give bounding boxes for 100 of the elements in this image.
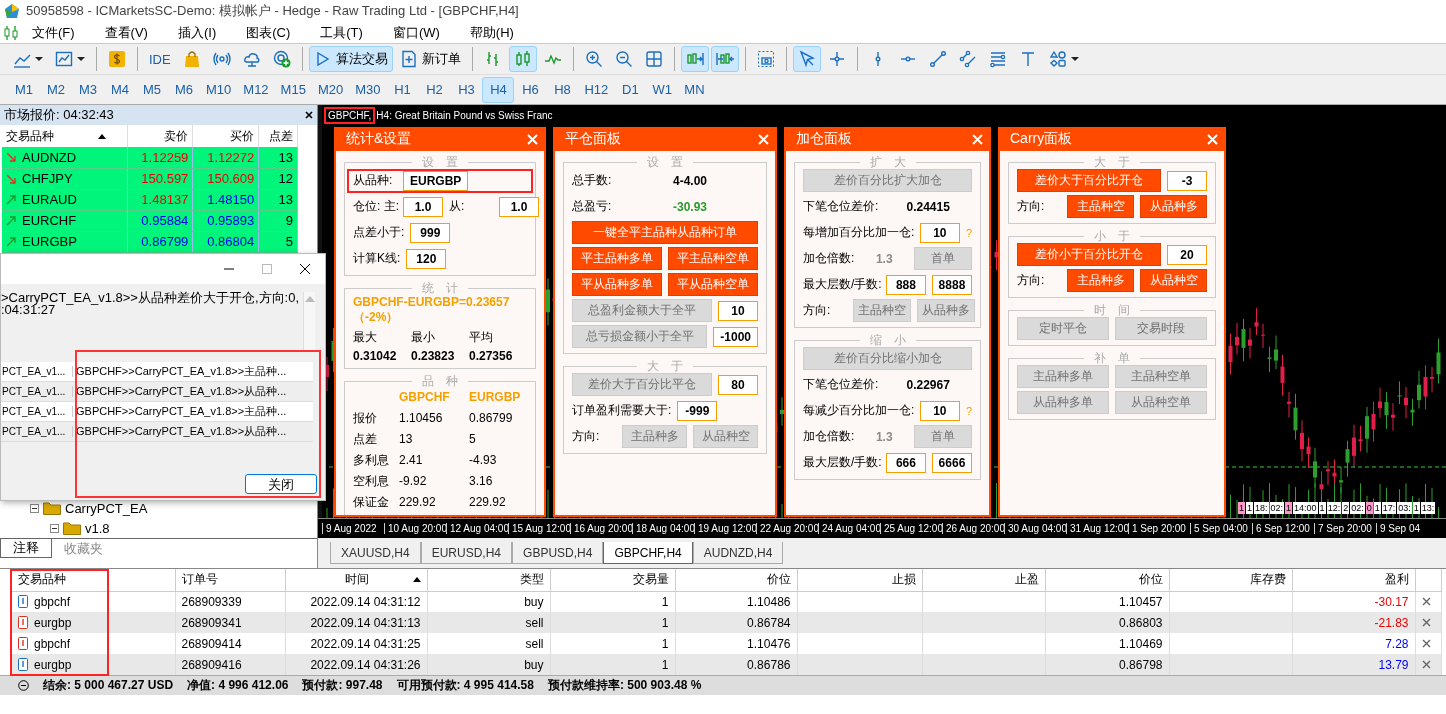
close-icon[interactable] <box>299 263 311 275</box>
column-header[interactable]: 价位 <box>675 569 797 591</box>
close-order-button[interactable] <box>1421 660 1431 669</box>
timeframe-button[interactable]: M2 <box>40 76 72 103</box>
toolbar-button[interactable]: 新订单 <box>394 46 466 72</box>
close-order-button[interactable] <box>1421 597 1431 607</box>
column-header[interactable]: 库存费 <box>1169 569 1292 591</box>
menu-item[interactable]: 查看(V) <box>94 23 164 42</box>
chart-tab[interactable]: GBPUSD,H4 <box>512 542 604 564</box>
panel-button[interactable]: 首单 <box>914 247 972 270</box>
timeframe-button[interactable]: H2 <box>418 76 451 103</box>
timeframe-button[interactable]: M30 <box>349 76 387 103</box>
column-header[interactable]: 卖价 <box>127 125 193 147</box>
column-header[interactable]: 盈利 <box>1292 569 1415 591</box>
panel-button[interactable]: 主品种多 <box>622 425 687 448</box>
panel-button[interactable]: 定时平仓 <box>1017 317 1109 340</box>
timeframe-button[interactable]: M20 <box>311 76 350 103</box>
timeframe-button[interactable]: H4 <box>482 76 515 103</box>
panel-button[interactable]: 主品种空单 <box>1115 365 1207 388</box>
panel-button[interactable]: 总盈利金额大于全平 <box>572 299 712 322</box>
panel-button[interactable]: 总亏损金额小于全平 <box>572 325 708 348</box>
panel-button[interactable]: 一键全平主品种从品种订单 <box>572 221 758 244</box>
column-header[interactable]: 类型 <box>427 569 550 591</box>
panel-button[interactable]: 主品种空 <box>1067 195 1134 218</box>
column-header[interactable]: 交易品种 <box>2 125 127 147</box>
toolbar-button[interactable]: 算法交易 <box>308 46 393 72</box>
panel-button[interactable]: 平从品种多单 <box>572 273 662 296</box>
column-header[interactable]: 止损 <box>797 569 922 591</box>
timeframe-button[interactable]: H8 <box>546 76 579 103</box>
timeframe-button[interactable]: M6 <box>168 76 200 103</box>
menu-item[interactable]: 文件(F) <box>22 23 91 42</box>
menu-item[interactable]: 图表(C) <box>236 23 307 42</box>
tree-item[interactable]: CarryPCT_EA <box>65 500 148 516</box>
menu-item[interactable]: 插入(I) <box>167 23 233 42</box>
timeframe-button[interactable]: M15 <box>274 76 312 103</box>
input-field[interactable]: 6666 <box>931 452 972 473</box>
collapse-icon[interactable] <box>18 680 29 691</box>
input-field[interactable]: 20 <box>1167 244 1207 265</box>
column-header[interactable]: 买价 <box>192 125 259 147</box>
column-header[interactable]: 止盈 <box>922 569 1045 591</box>
input-field[interactable]: 10 <box>919 222 960 243</box>
input-field[interactable]: 8888 <box>931 274 972 295</box>
panel-button[interactable]: 从品种空 <box>1140 269 1207 292</box>
column-header[interactable]: 点差 <box>258 125 298 147</box>
timeframe-button[interactable]: M1 <box>8 76 40 103</box>
timeframe-button[interactable]: H1 <box>386 76 419 103</box>
timeframe-button[interactable]: M3 <box>72 76 104 103</box>
panel-button[interactable]: 从品种多单 <box>1017 391 1109 414</box>
tree-item[interactable]: v1.8 <box>85 520 110 536</box>
input-field[interactable]: 1.0 <box>499 196 539 217</box>
panel-button[interactable]: 从品种多 <box>917 299 975 322</box>
toolbar-button[interactable] <box>792 46 821 72</box>
toolbar-button[interactable] <box>710 46 739 72</box>
input-field[interactable]: 120 <box>406 248 447 269</box>
input-field[interactable]: 80 <box>718 374 758 395</box>
panel-button[interactable]: 从品种多 <box>1140 195 1207 218</box>
input-field[interactable]: -1000 <box>713 326 758 347</box>
input-field[interactable]: 888 <box>885 274 926 295</box>
menu-item[interactable]: 工具(T) <box>310 23 379 42</box>
toolbar-button[interactable] <box>508 46 537 72</box>
timeframe-button[interactable]: D1 <box>614 76 647 103</box>
close-order-button[interactable] <box>1421 618 1431 627</box>
panel-button[interactable]: 平主品种多单 <box>572 247 662 270</box>
panel-button[interactable]: 差价大于百分比开仓 <box>1017 169 1161 192</box>
collapse-icon[interactable] <box>50 523 59 533</box>
timeframe-button[interactable]: M10 <box>200 76 238 103</box>
timeframe-button[interactable]: M4 <box>104 76 136 103</box>
timeframe-button[interactable]: H12 <box>578 76 615 103</box>
column-header[interactable]: 价位 <box>1045 569 1169 591</box>
input-field[interactable]: EURGBP <box>403 170 469 191</box>
close-button[interactable]: 关闭 <box>245 474 317 494</box>
input-field[interactable]: 10 <box>919 400 960 421</box>
panel-button[interactable]: 主品种多单 <box>1017 365 1109 388</box>
close-order-button[interactable] <box>1421 639 1431 648</box>
scrollbar[interactable] <box>303 292 315 350</box>
chart-tab[interactable]: EURUSD,H4 <box>420 542 513 564</box>
input-field[interactable]: 999 <box>410 222 451 243</box>
panel-button[interactable]: 从品种空单 <box>1115 391 1207 414</box>
panel-button[interactable]: 差价大于百分比平仓 <box>572 373 712 396</box>
column-header[interactable]: 交易量 <box>550 569 675 591</box>
panel-button[interactable]: 平主品种空单 <box>668 247 758 270</box>
timeframe-button[interactable]: H3 <box>450 76 483 103</box>
chart-tab[interactable]: XAUUSD,H4 <box>330 542 421 564</box>
tab[interactable]: 注释 <box>0 539 52 558</box>
column-header[interactable]: 订单号 <box>175 569 285 591</box>
column-header[interactable]: 时间 <box>285 569 427 591</box>
panel-button[interactable]: 交易时段 <box>1115 317 1207 340</box>
input-field[interactable]: 10 <box>718 300 758 321</box>
input-field[interactable]: -3 <box>1167 170 1207 191</box>
panel-button[interactable]: 首单 <box>914 425 972 448</box>
panel-button[interactable]: 平从品种空单 <box>668 273 758 296</box>
input-field[interactable]: 666 <box>885 452 926 473</box>
panel-button[interactable]: 差价百分比缩小加仓 <box>803 347 972 370</box>
timeframe-button[interactable]: W1 <box>646 76 679 103</box>
close-icon[interactable] <box>305 111 313 119</box>
timeframe-button[interactable]: M5 <box>136 76 168 103</box>
menu-item[interactable]: 窗口(W) <box>382 23 456 42</box>
input-field[interactable]: 1.0 <box>403 196 443 217</box>
collapse-icon[interactable] <box>30 503 39 513</box>
timeframe-button[interactable]: M12 <box>237 76 275 103</box>
